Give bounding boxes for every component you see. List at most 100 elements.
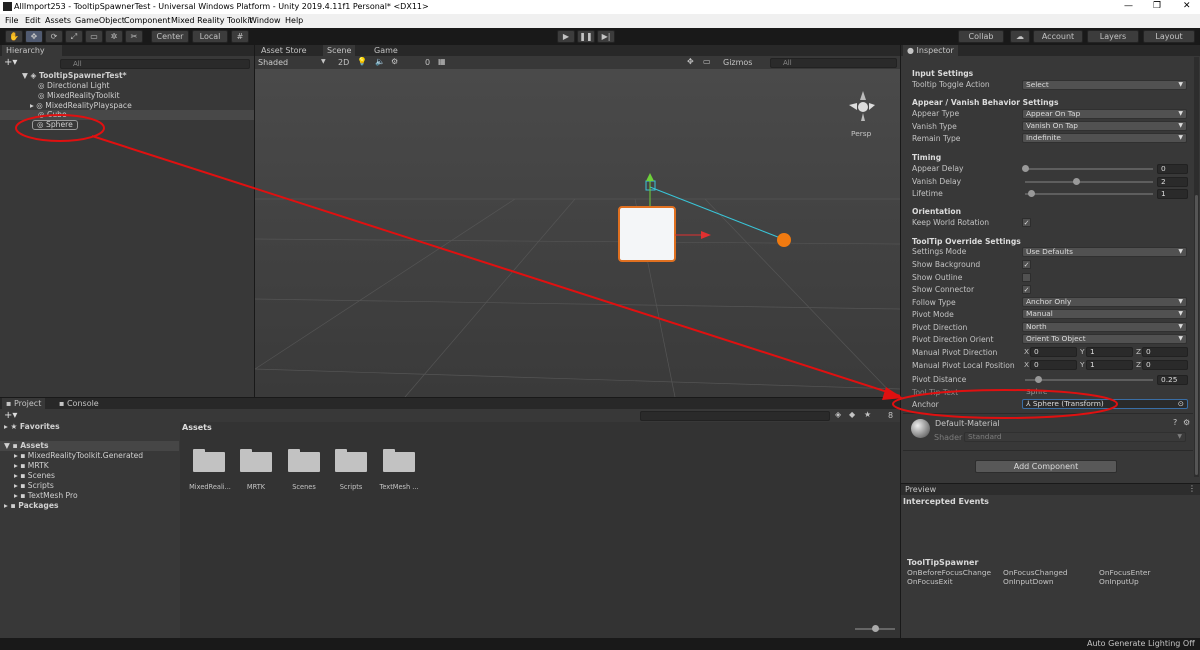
menu-file[interactable]: File [5, 16, 18, 25]
mplp-z-field[interactable]: 0 [1142, 360, 1188, 370]
hierarchy-item-mrtk[interactable]: ◎ MixedRealityToolkit [38, 91, 120, 101]
folder-icon[interactable] [193, 448, 225, 472]
project-search-input[interactable] [640, 411, 830, 421]
cube-object[interactable] [618, 206, 676, 262]
toggle-2d-button[interactable]: 2D [338, 58, 349, 67]
pivot-center-button[interactable]: Center [151, 30, 189, 43]
vanish-delay-field[interactable]: 2 [1157, 177, 1188, 187]
hierarchy-item-cube[interactable]: ◎ Cube [38, 110, 67, 120]
show-background-checkbox[interactable]: ✓ [1022, 260, 1031, 269]
maximize-icon[interactable]: ❐ [1153, 1, 1161, 11]
sphere-object[interactable] [777, 233, 791, 247]
pivot-mode-dropdown[interactable]: Manual ▼ [1022, 309, 1187, 319]
scene-root[interactable]: ▼ ◈ TooltipSpawnerTest* [22, 71, 127, 81]
persp-label[interactable]: Persp [851, 129, 872, 138]
anchor-field[interactable]: ⅄ Sphere (Transform) ⊙ [1022, 399, 1188, 409]
pivot-direction-orient-dropdown[interactable]: Orient To Object ▼ [1022, 334, 1187, 344]
favorite-star-icon[interactable]: ★ [864, 410, 871, 419]
project-create-icon[interactable]: +▾ [4, 410, 17, 421]
material-settings-icon[interactable]: ⚙ [1183, 418, 1190, 427]
create-plus-icon[interactable]: +▾ [4, 57, 17, 68]
close-icon[interactable]: ✕ [1183, 1, 1191, 11]
gizmos-dropdown[interactable]: Gizmos [723, 58, 752, 67]
hand-tool-icon[interactable]: ✋ [5, 30, 23, 43]
status-lighting[interactable]: Auto Generate Lighting Off [1087, 639, 1195, 648]
lighting-icon[interactable]: 💡 [357, 57, 367, 66]
lifetime-slider[interactable] [1025, 193, 1153, 195]
move-tool-icon[interactable]: ✥ [25, 30, 43, 43]
tree-item-mrtk[interactable]: ▸ ▪ MRTK [14, 461, 49, 471]
favorites-node[interactable]: ▸ ★ Favorites [4, 422, 60, 432]
preview-menu-icon[interactable]: ⋮ [1188, 484, 1196, 493]
tab-project[interactable]: ▪ Project [2, 398, 46, 409]
scene-search-input[interactable]: All [770, 58, 897, 68]
folder-icon[interactable] [240, 448, 272, 472]
effects-icon[interactable]: ⚙ [391, 57, 398, 66]
pivot-distance-knob[interactable] [1034, 376, 1042, 383]
tab-scene[interactable]: Scene [323, 45, 356, 56]
inspector-scrollbar-thumb[interactable] [1195, 195, 1198, 475]
folder-icon[interactable] [288, 448, 320, 472]
layout-button[interactable]: Layout [1143, 30, 1195, 43]
mplp-x-field[interactable]: 0 [1030, 360, 1077, 370]
mpd-y-field[interactable]: 1 [1086, 347, 1133, 357]
minimize-icon[interactable]: — [1124, 1, 1133, 11]
tree-item-scenes[interactable]: ▸ ▪ Scenes [14, 471, 55, 481]
menu-assets[interactable]: Assets [45, 16, 71, 25]
assets-breadcrumb[interactable]: Assets [182, 423, 212, 432]
tab-game[interactable]: Game [370, 45, 402, 56]
transform-tool-icon[interactable]: ✲ [105, 30, 123, 43]
play-button[interactable]: ▶ [557, 30, 575, 43]
tab-inspector[interactable]: ● Inspector [903, 45, 958, 56]
hierarchy-item-directional-light[interactable]: ◎ Directional Light [38, 81, 109, 91]
tree-item-mrtk-generated[interactable]: ▸ ▪ MixedRealityToolkit.Generated [14, 451, 143, 461]
tools-icon[interactable]: ✥ [687, 57, 694, 66]
assets-node[interactable]: ▼ ▪ Assets [4, 441, 49, 451]
rect-tool-icon[interactable]: ▭ [85, 30, 103, 43]
pivot-distance-field[interactable]: 0.25 [1157, 375, 1188, 385]
appear-type-dropdown[interactable]: Appear On Tap ▼ [1022, 109, 1187, 119]
tab-hierarchy[interactable]: Hierarchy [2, 45, 62, 56]
menu-mrtk[interactable]: Mixed Reality Toolkit [171, 16, 253, 25]
pivot-distance-slider[interactable] [1025, 379, 1153, 381]
appear-delay-slider[interactable] [1025, 168, 1153, 170]
folder-icon[interactable] [335, 448, 367, 472]
scene-viewport[interactable]: Persp [255, 69, 900, 397]
mpd-x-field[interactable]: 0 [1030, 347, 1077, 357]
vanish-type-dropdown[interactable]: Vanish On Tap ▼ [1022, 121, 1187, 131]
remain-type-dropdown[interactable]: Indefinite ▼ [1022, 133, 1187, 143]
shading-dropdown[interactable]: Shaded [258, 58, 288, 67]
mpd-z-field[interactable]: 0 [1142, 347, 1188, 357]
object-picker-icon[interactable]: ⊙ [1178, 400, 1184, 408]
pivot-local-button[interactable]: Local [192, 30, 228, 43]
tool-tip-text-field[interactable]: Sphre [1022, 387, 1188, 397]
menu-component[interactable]: Component [124, 16, 170, 25]
tree-item-scripts[interactable]: ▸ ▪ Scripts [14, 481, 54, 491]
rotate-tool-icon[interactable]: ⟳ [45, 30, 63, 43]
preview-tab[interactable]: Preview [905, 485, 936, 494]
pause-button[interactable]: ❚❚ [577, 30, 595, 43]
hierarchy-search-input[interactable]: All [60, 59, 250, 69]
packages-node[interactable]: ▸ ▪ Packages [4, 501, 59, 511]
pivot-direction-dropdown[interactable]: North ▼ [1022, 322, 1187, 332]
follow-type-dropdown[interactable]: Anchor Only ▼ [1022, 297, 1187, 307]
camera-icon[interactable]: ▭ [703, 57, 711, 66]
menu-help[interactable]: Help [285, 16, 303, 25]
shader-dropdown[interactable]: Standard ▼ [964, 432, 1186, 442]
appear-delay-field[interactable]: 0 [1157, 164, 1188, 174]
hierarchy-item-sphere[interactable]: ◎ Sphere [32, 120, 78, 130]
tooltip-toggle-action-dropdown[interactable]: Select ▼ [1022, 80, 1187, 90]
appear-delay-knob[interactable] [1022, 165, 1029, 172]
filter-label-icon[interactable]: ◆ [849, 410, 855, 419]
collab-button[interactable]: Collab [958, 30, 1004, 43]
account-button[interactable]: Account [1033, 30, 1083, 43]
settings-mode-dropdown[interactable]: Use Defaults ▼ [1022, 247, 1187, 257]
keep-world-rotation-checkbox[interactable]: ✓ [1022, 218, 1031, 227]
show-outline-checkbox[interactable] [1022, 273, 1031, 282]
layers-button[interactable]: Layers [1087, 30, 1139, 43]
cloud-icon[interactable]: ☁ [1010, 30, 1030, 43]
zoom-slider-knob[interactable] [872, 625, 879, 632]
tab-console[interactable]: ▪ Console [55, 398, 103, 409]
menu-window[interactable]: Window [249, 16, 281, 25]
vanish-delay-slider[interactable] [1025, 181, 1153, 183]
